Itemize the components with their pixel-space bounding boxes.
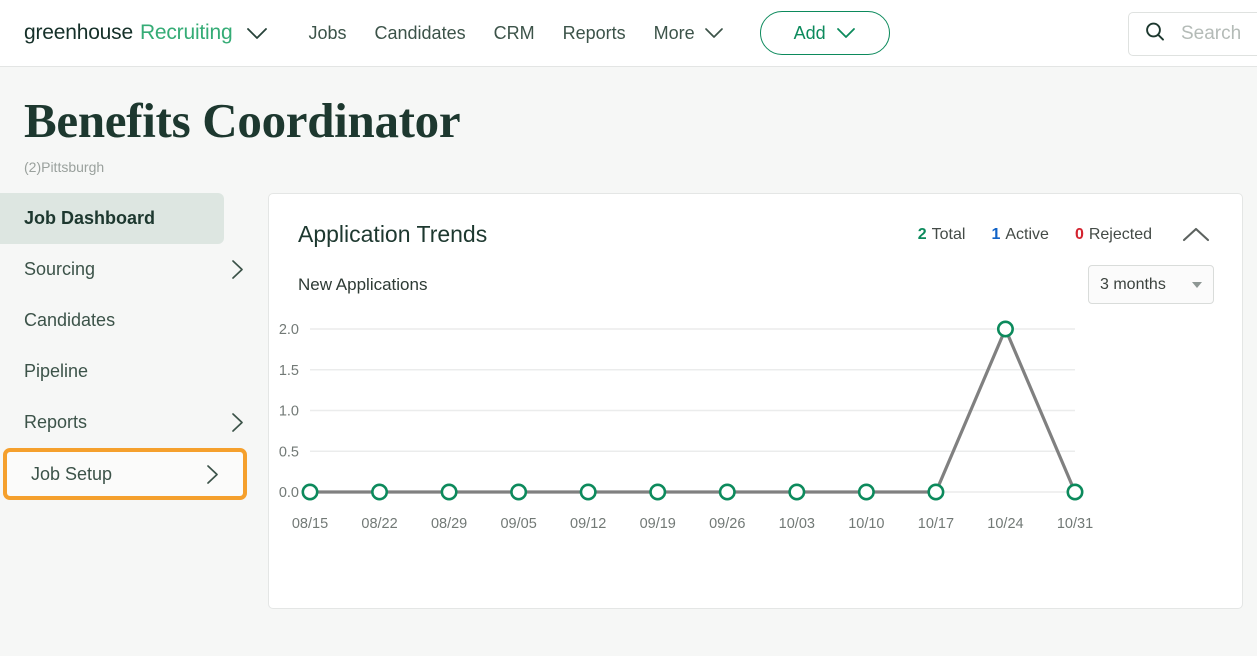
sidebar-item-label: Reports <box>24 412 231 433</box>
x-axis-tick-label: 09/12 <box>570 516 606 532</box>
chart-data-point[interactable] <box>929 485 943 499</box>
nav-more-label: More <box>654 23 695 44</box>
sidebar-item-label: Candidates <box>24 310 244 331</box>
sidebar-item-reports[interactable]: Reports <box>0 397 268 448</box>
sidebar-item-job-setup[interactable]: Job Setup <box>3 448 247 500</box>
sidebar-item-label: Sourcing <box>24 259 231 280</box>
period-select[interactable]: 3 months <box>1088 265 1214 304</box>
stat-rejected-label: Rejected <box>1089 226 1152 243</box>
nav-link-more[interactable]: More <box>654 23 724 44</box>
chevron-right-icon <box>231 259 244 280</box>
x-axis-tick-label: 08/22 <box>361 516 397 532</box>
stat-active-value: 1 <box>991 226 1000 243</box>
chart-data-point[interactable] <box>859 485 873 499</box>
application-trends-card: Application Trends 2 Total 1 Active 0 Rejec… <box>268 193 1243 609</box>
period-select-value: 3 months <box>1100 276 1192 294</box>
brand-word-greenhouse: greenhouse <box>24 21 133 45</box>
x-axis-tick-label: 10/24 <box>987 516 1023 532</box>
x-axis-tick-label: 10/03 <box>779 516 815 532</box>
y-axis-tick-label: 0.0 <box>279 485 299 501</box>
stat-total-value: 2 <box>918 226 927 243</box>
y-axis-tick-label: 2.0 <box>279 322 299 338</box>
sidebar-item-label: Pipeline <box>24 361 244 382</box>
nav-link-candidates[interactable]: Candidates <box>375 23 466 44</box>
chart-data-point[interactable] <box>511 485 525 499</box>
chart-data-point[interactable] <box>581 485 595 499</box>
chart-controls-row: New Applications 3 months <box>269 248 1242 304</box>
new-applications-chart: 0.0 0.5 1.0 1.5 2.0 08/15 08/22 08/29 09/05 09/12… <box>269 314 1242 544</box>
chart-data-point[interactable] <box>998 322 1012 336</box>
nav-link-crm[interactable]: CRM <box>494 23 535 44</box>
stat-active: 1 Active <box>991 226 1048 244</box>
brand-logo[interactable]: greenhouse Recruiting <box>24 21 268 45</box>
chart-data-point[interactable] <box>372 485 386 499</box>
triangle-down-icon <box>1192 282 1202 288</box>
chart-subtitle: New Applications <box>298 275 1088 295</box>
chart-svg: 0.0 0.5 1.0 1.5 2.0 08/15 08/22 08/29 09/05 09/12… <box>269 314 1244 544</box>
search-icon <box>1143 20 1167 49</box>
stat-total: 2 Total <box>918 226 966 244</box>
sidebar-item-candidates[interactable]: Candidates <box>0 295 268 346</box>
x-axis-tick-label: 08/15 <box>292 516 328 532</box>
y-axis-tick-label: 0.5 <box>279 445 299 461</box>
x-axis-tick-label: 10/31 <box>1057 516 1093 532</box>
add-button[interactable]: Add <box>760 11 890 55</box>
stat-rejected: 0 Rejected <box>1075 226 1152 244</box>
add-button-label: Add <box>794 23 826 44</box>
x-axis-tick-label: 08/29 <box>431 516 467 532</box>
top-navigation-bar: greenhouse Recruiting Jobs Candidates CR… <box>0 0 1257 67</box>
chart-data-point[interactable] <box>720 485 734 499</box>
page-title: Benefits Coordinator <box>24 95 1257 146</box>
brand-word-recruiting: Recruiting <box>140 21 233 45</box>
sidebar-item-label: Job Dashboard <box>24 208 200 229</box>
nav-link-jobs[interactable]: Jobs <box>308 23 346 44</box>
chevron-down-icon <box>704 23 724 44</box>
y-axis-tick-label: 1.5 <box>279 363 299 379</box>
chart-data-point[interactable] <box>442 485 456 499</box>
sidebar-item-pipeline[interactable]: Pipeline <box>0 346 268 397</box>
page-body: Job Dashboard Sourcing Candidates Pipeli… <box>0 193 1257 609</box>
stat-active-label: Active <box>1005 226 1049 243</box>
sidebar-item-job-dashboard[interactable]: Job Dashboard <box>0 193 224 244</box>
chevron-down-icon <box>836 23 856 44</box>
card-header: Application Trends 2 Total 1 Active 0 Rejec… <box>269 194 1242 248</box>
x-axis-tick-label: 10/17 <box>918 516 954 532</box>
application-stats: 2 Total 1 Active 0 Rejected <box>918 226 1152 244</box>
x-axis-tick-label: 10/10 <box>848 516 884 532</box>
x-axis-tick-label: 09/19 <box>640 516 676 532</box>
page-subtitle: (2)Pittsburgh <box>24 159 1257 175</box>
search-placeholder-text: Search <box>1181 23 1241 45</box>
search-input[interactable]: Search <box>1128 12 1257 56</box>
stat-total-label: Total <box>932 226 966 243</box>
page-header: Benefits Coordinator (2)Pittsburgh <box>0 67 1257 175</box>
sidebar-item-label: Job Setup <box>31 464 206 485</box>
chevron-down-icon[interactable] <box>246 27 268 40</box>
chevron-right-icon <box>231 412 244 433</box>
nav-link-reports[interactable]: Reports <box>563 23 626 44</box>
chevron-right-icon <box>206 464 219 485</box>
x-axis-tick-label: 09/26 <box>709 516 745 532</box>
y-axis-tick-label: 1.0 <box>279 404 299 420</box>
sidebar-item-sourcing[interactable]: Sourcing <box>0 244 268 295</box>
chevron-up-icon[interactable] <box>1178 222 1214 247</box>
chart-data-point[interactable] <box>1068 485 1082 499</box>
sidebar-navigation: Job Dashboard Sourcing Candidates Pipeli… <box>0 193 268 609</box>
chart-data-point[interactable] <box>303 485 317 499</box>
card-title: Application Trends <box>298 221 918 248</box>
chart-data-point[interactable] <box>651 485 665 499</box>
primary-nav-links: Jobs Candidates CRM Reports More <box>308 23 723 44</box>
stat-rejected-value: 0 <box>1075 226 1084 243</box>
chart-data-point[interactable] <box>790 485 804 499</box>
x-axis-tick-label: 09/05 <box>500 516 536 532</box>
